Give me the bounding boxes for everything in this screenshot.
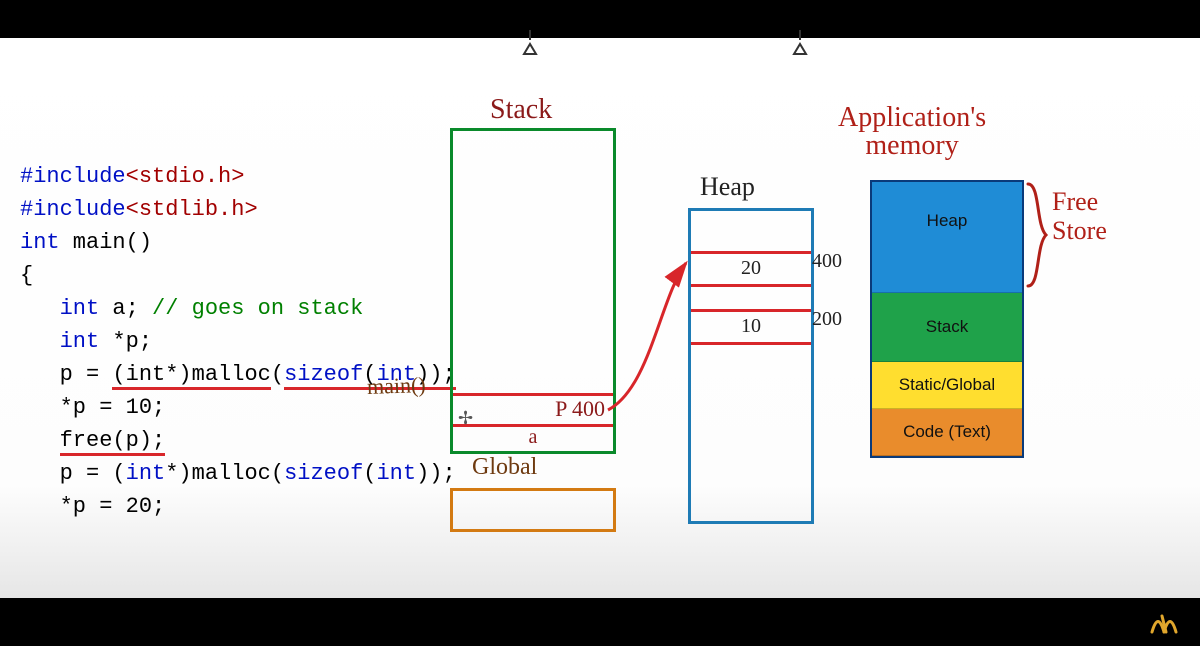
code-token: a; bbox=[99, 296, 152, 321]
code-token: p = ( bbox=[20, 461, 126, 486]
segment-static: Static/Global bbox=[872, 362, 1022, 409]
stack-cell-a: a bbox=[453, 426, 613, 449]
heap-cell-2: 10 bbox=[691, 309, 811, 345]
global-box bbox=[450, 488, 616, 532]
code-token: *p; bbox=[99, 329, 152, 354]
heap-addr-2: 200 bbox=[812, 308, 842, 331]
app-title-line1: Application's bbox=[838, 102, 986, 133]
hanger-icon bbox=[520, 28, 540, 56]
code-token: <stdlib.h> bbox=[126, 197, 258, 222]
code-token: { bbox=[20, 263, 33, 288]
code-underlined: free(p); bbox=[60, 428, 166, 456]
code-token: int bbox=[20, 296, 99, 321]
code-token: ( bbox=[271, 362, 284, 387]
code-token: int bbox=[20, 329, 99, 354]
code-token: int bbox=[20, 230, 60, 255]
code-block: #include<stdio.h> #include<stdlib.h> int… bbox=[20, 160, 456, 523]
code-token: *p = 10; bbox=[20, 395, 165, 420]
code-underlined: (int*)malloc bbox=[112, 362, 270, 390]
heap-addr-1: 400 bbox=[812, 250, 842, 273]
brace-icon bbox=[1024, 180, 1054, 290]
video-controls-bar[interactable] bbox=[0, 598, 1200, 646]
segment-heap: Heap bbox=[872, 182, 1022, 293]
heap-cell-1: 20 bbox=[691, 251, 811, 287]
code-token: *)malloc( bbox=[165, 461, 284, 486]
stack-label: Stack bbox=[490, 94, 552, 126]
app-title-line2: memory bbox=[865, 130, 958, 161]
code-comment: // goes on stack bbox=[152, 296, 363, 321]
cursor-icon: ✢ bbox=[458, 408, 473, 429]
code-token: #include bbox=[20, 164, 126, 189]
global-label: Global bbox=[472, 454, 537, 481]
heap-box: 20 10 bbox=[688, 208, 814, 524]
heap-label: Heap bbox=[700, 172, 755, 202]
free-store-label: Free Store bbox=[1052, 188, 1107, 245]
segment-stack: Stack bbox=[872, 293, 1022, 362]
stack-cell-p: P 400 bbox=[453, 393, 613, 427]
video-top-bar bbox=[0, 0, 1200, 38]
code-token: int bbox=[126, 461, 166, 486]
slide-canvas: #include<stdio.h> #include<stdlib.h> int… bbox=[0, 38, 1200, 598]
code-token: #include bbox=[20, 197, 126, 222]
channel-logo-icon bbox=[1148, 612, 1180, 636]
code-token: *p = 20; bbox=[20, 494, 165, 519]
app-memory-title: Application's memory bbox=[838, 104, 986, 160]
code-token: <stdio.h> bbox=[126, 164, 245, 189]
main-frame-label: main() bbox=[367, 372, 427, 400]
app-memory-layout: Heap Stack Static/Global Code (Text) bbox=[870, 180, 1024, 458]
code-token: sizeof bbox=[284, 461, 363, 486]
segment-code: Code (Text) bbox=[872, 409, 1022, 456]
free-store-line1: Free bbox=[1052, 187, 1098, 216]
code-token: int bbox=[376, 461, 416, 486]
code-token: main() bbox=[60, 230, 152, 255]
stack-box: P 400 a main() bbox=[450, 128, 616, 454]
code-underlined: sizeof bbox=[284, 362, 363, 390]
code-token: )); bbox=[416, 461, 456, 486]
code-token bbox=[20, 428, 60, 453]
free-store-line2: Store bbox=[1052, 216, 1107, 245]
hanger-icon bbox=[790, 28, 810, 56]
code-token: ( bbox=[363, 461, 376, 486]
code-token: p = bbox=[20, 362, 112, 387]
